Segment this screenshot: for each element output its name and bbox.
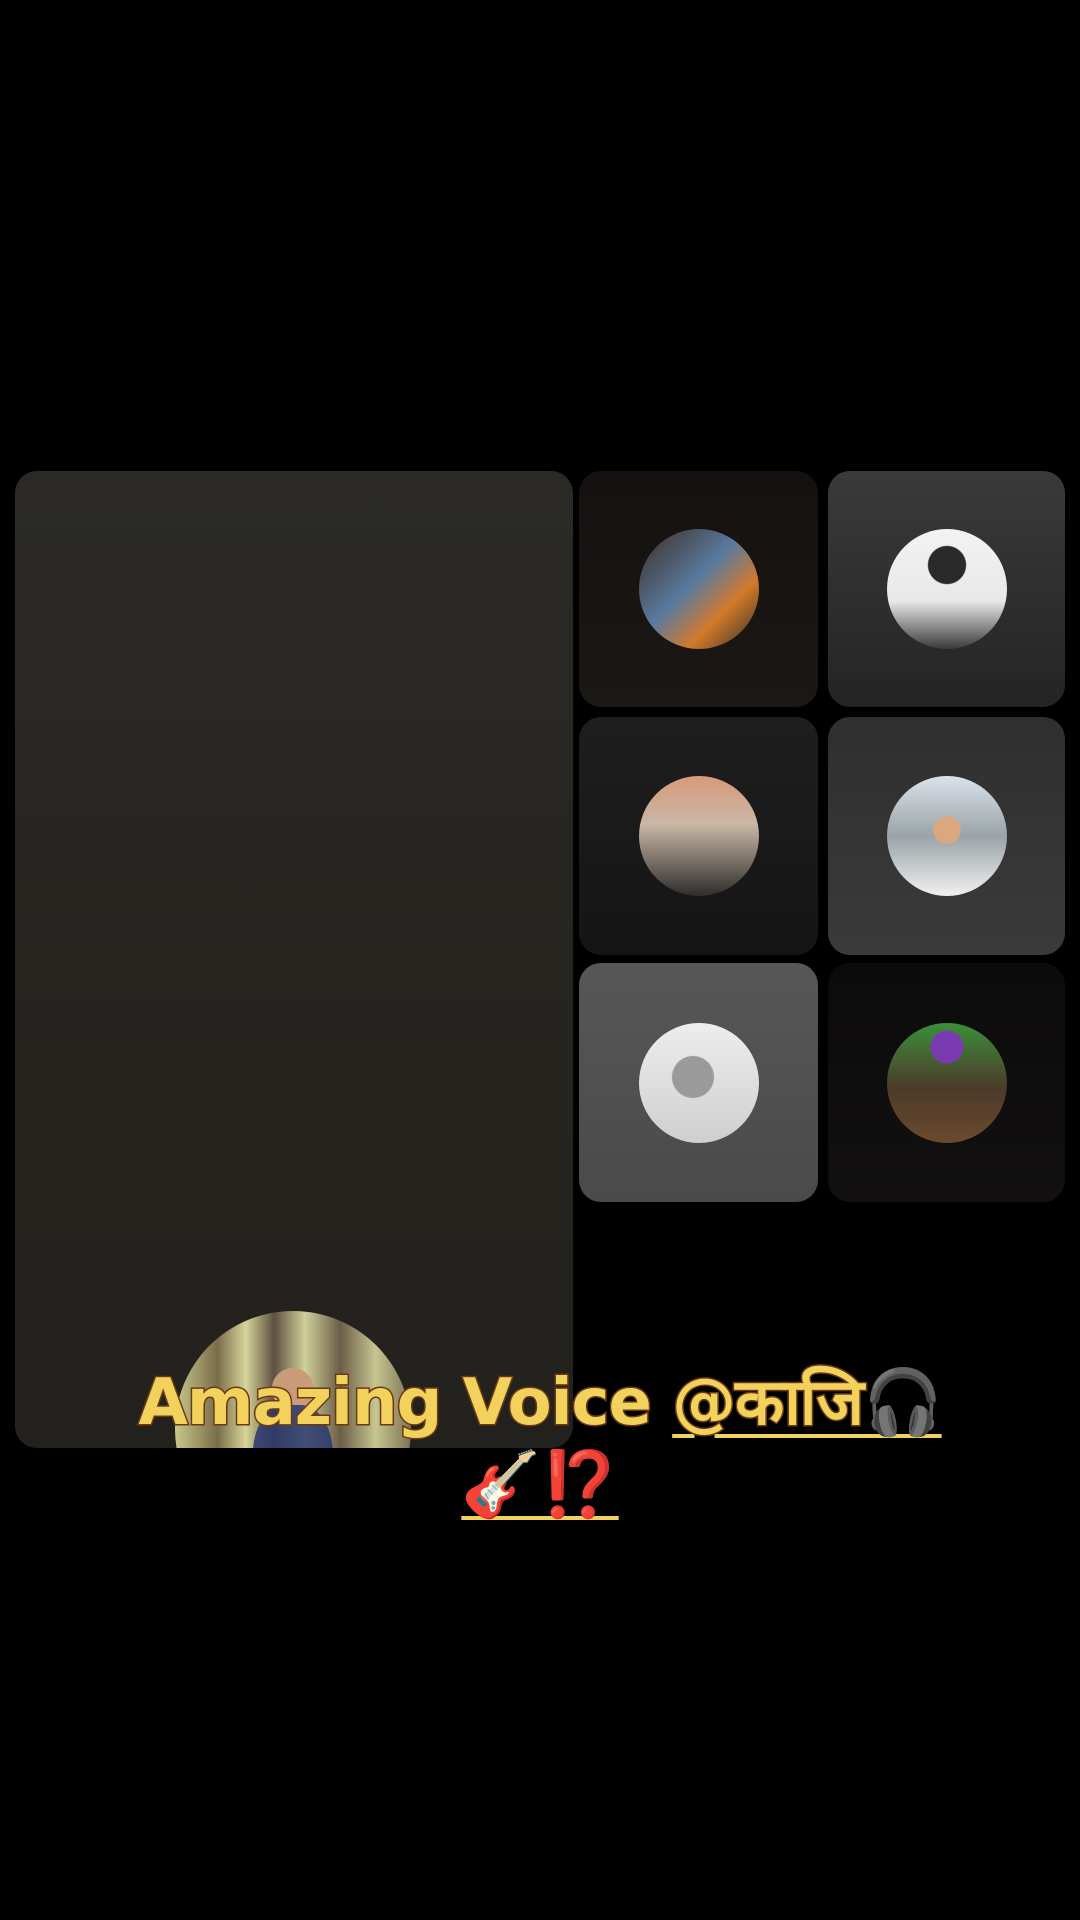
- participant-tile[interactable]: [828, 963, 1065, 1202]
- caption-mention[interactable]: @काजि🎧: [671, 1365, 944, 1442]
- video-caption: Amazing Voice @काजि🎧 🎸⁉️: [0, 1362, 1080, 1526]
- caption-text: Amazing Voice: [137, 1365, 673, 1442]
- participant-avatar: [886, 776, 1007, 896]
- participant-tile[interactable]: [579, 963, 818, 1202]
- participant-tile[interactable]: [579, 717, 818, 955]
- participant-avatar: [886, 529, 1007, 649]
- participant-tile[interactable]: [828, 717, 1065, 955]
- participant-tile[interactable]: [579, 471, 818, 707]
- participant-avatar: [638, 776, 759, 896]
- participant-avatar: [638, 529, 759, 649]
- participant-avatar: [638, 1022, 759, 1143]
- main-participant-tile[interactable]: [15, 471, 573, 1448]
- participant-tile[interactable]: [828, 471, 1065, 707]
- caption-emoji-line: 🎸⁉️: [461, 1448, 619, 1522]
- participant-avatar: [886, 1022, 1007, 1143]
